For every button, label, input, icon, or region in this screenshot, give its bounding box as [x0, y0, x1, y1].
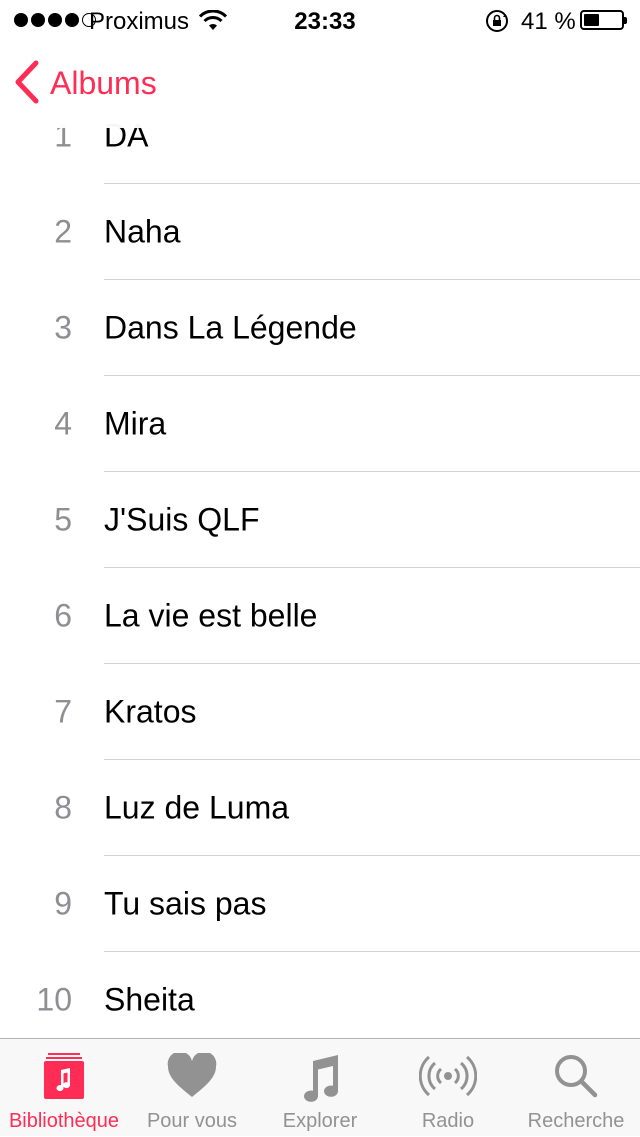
music-note-icon	[298, 1053, 342, 1108]
track-number: 2	[54, 213, 72, 250]
battery-percentage: 41 %	[521, 8, 576, 35]
track-number: 7	[54, 693, 72, 730]
tab-browse[interactable]: Explorer	[256, 1039, 384, 1137]
track-row[interactable]: 5 J'Suis QLF	[0, 472, 640, 568]
track-row[interactable]: 10 Sheita	[0, 952, 640, 1048]
track-row[interactable]: 3 Dans La Légende	[0, 280, 640, 376]
tab-library[interactable]: Bibliothèque	[0, 1039, 128, 1137]
orientation-lock-icon	[484, 8, 510, 41]
track-row[interactable]: 7 Kratos	[0, 664, 640, 760]
tab-search[interactable]: Recherche	[512, 1039, 640, 1137]
tab-label: Explorer	[282, 1110, 358, 1132]
track-row[interactable]: 4 Mira	[0, 376, 640, 472]
track-number: 4	[54, 405, 72, 442]
search-icon	[553, 1053, 599, 1104]
tab-radio[interactable]: Radio	[384, 1039, 512, 1137]
status-bar: Proximus 23:33 41 %	[0, 0, 640, 40]
track-title: Luz de Luma	[104, 789, 290, 826]
track-row[interactable]: 2 Naha	[0, 184, 640, 280]
track-title: Tu sais pas	[104, 885, 267, 922]
tab-for-you[interactable]: Pour vous	[128, 1039, 256, 1137]
tab-bar: Bibliothèque Pour vous Explorer Radio Re…	[0, 1038, 640, 1136]
tab-label: Radio	[421, 1110, 475, 1132]
track-row[interactable]: 6 La vie est belle	[0, 568, 640, 664]
tab-label: Recherche	[527, 1110, 625, 1132]
library-icon	[42, 1053, 86, 1106]
track-title: Mira	[104, 405, 167, 442]
track-number: 5	[54, 501, 72, 538]
track-row[interactable]: 8 Luz de Luma	[0, 760, 640, 856]
battery-icon	[580, 10, 627, 30]
track-list: 1 DA 2 Naha 3 Dans La Légende 4 Mira 5 J…	[0, 88, 640, 1048]
track-title: J'Suis QLF	[104, 501, 260, 538]
track-title: Naha	[104, 213, 181, 250]
track-title: La vie est belle	[104, 597, 318, 634]
track-number: 9	[54, 885, 72, 922]
track-row[interactable]: 9 Tu sais pas	[0, 856, 640, 952]
track-number: 6	[54, 597, 72, 634]
back-button[interactable]: Albums	[14, 60, 157, 104]
radio-icon	[418, 1053, 478, 1104]
heart-icon	[167, 1051, 217, 1104]
back-button-label: Albums	[50, 64, 157, 101]
track-number: 8	[54, 789, 72, 826]
track-title: Sheita	[104, 981, 195, 1018]
track-number: 3	[54, 309, 72, 346]
tab-label: Bibliothèque	[8, 1110, 120, 1132]
chevron-left-icon	[15, 60, 39, 104]
tab-label: Pour vous	[146, 1110, 238, 1132]
track-number: 10	[36, 981, 72, 1018]
navigation-bar: Albums	[0, 40, 640, 128]
track-title: Kratos	[104, 693, 197, 730]
track-title: Dans La Légende	[104, 309, 357, 346]
